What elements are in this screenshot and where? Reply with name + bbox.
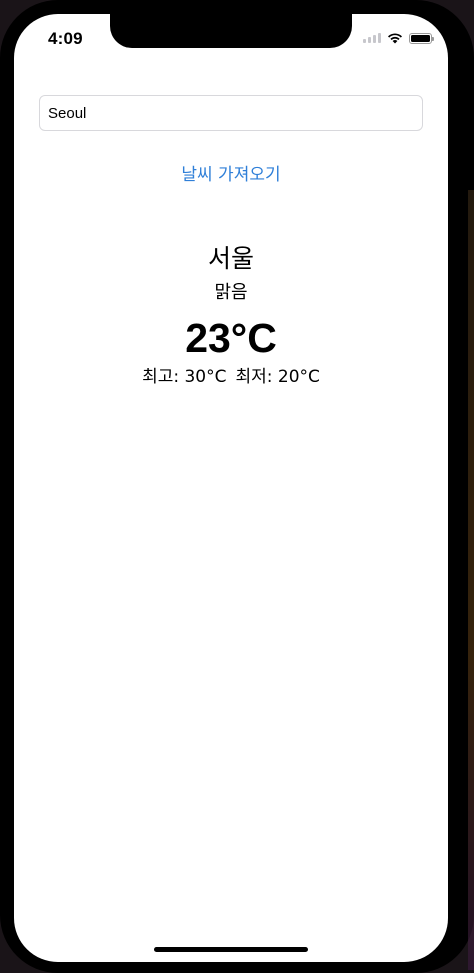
device-notch: [110, 14, 352, 48]
city-name: 서울: [207, 244, 254, 273]
cellular-signal-icon: [363, 33, 381, 43]
wifi-icon: [388, 33, 402, 44]
max-temperature: 최고: 30°C: [142, 367, 227, 387]
weather-result: 서울 맑음 23°C 최고: 30°C 최저: 20°C: [14, 242, 448, 389]
temperature-range: 최고: 30°C 최저: 20°C: [14, 365, 448, 389]
status-icons: [363, 32, 434, 44]
app-screen: 4:09 날씨 가져오기 서울 맑음 23°C 최고: 30°C 최저: 20°C: [14, 14, 448, 962]
background-edge: [468, 190, 474, 970]
battery-level: [411, 34, 430, 42]
min-temperature: 최저: 20°C: [235, 367, 320, 387]
current-temperature: 23°C: [185, 315, 277, 361]
status-time: 4:09: [48, 29, 83, 48]
weather-condition: 맑음: [214, 282, 248, 303]
battery-icon: [409, 32, 434, 44]
home-indicator[interactable]: [154, 947, 308, 952]
fetch-weather-button[interactable]: 날씨 가져오기: [14, 160, 448, 185]
device-frame: 4:09 날씨 가져오기 서울 맑음 23°C 최고: 30°C 최저: 20°C: [0, 0, 474, 973]
city-search-input[interactable]: [39, 95, 423, 131]
